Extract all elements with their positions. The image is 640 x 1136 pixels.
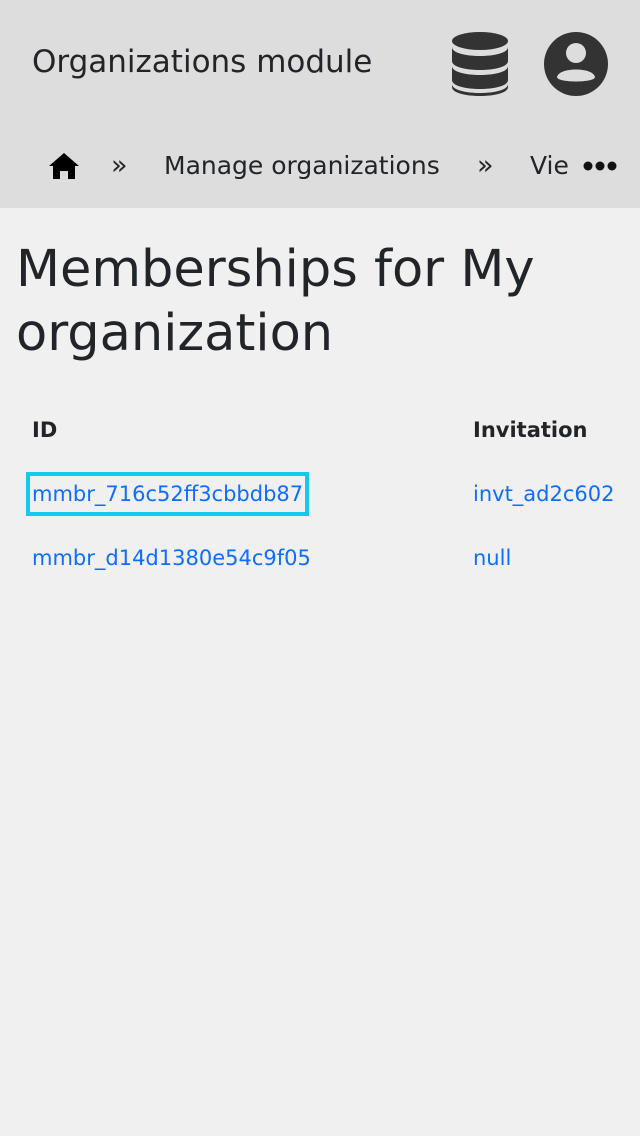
breadcrumb-item-current: Vie (530, 151, 569, 180)
database-button[interactable] (448, 30, 512, 98)
account-button[interactable] (542, 30, 610, 98)
membership-id-link[interactable]: mmbr_716c52ff3cbbdb87 (25, 472, 310, 516)
invitation-link[interactable]: null (473, 542, 511, 574)
app-header: Organizations module » Manage organizati… (0, 0, 640, 208)
invitation-link[interactable]: invt_ad2c602 (473, 478, 615, 510)
breadcrumb-separator: » (111, 150, 128, 181)
page-title: Memberships for My organization (16, 240, 535, 363)
breadcrumb-item-manage-organizations[interactable]: Manage organizations (164, 146, 440, 186)
column-header-invitation: Invitation (473, 418, 588, 442)
column-header-id: ID (32, 418, 58, 442)
breadcrumb-home[interactable] (46, 148, 82, 184)
app-title: Organizations module (32, 44, 373, 80)
breadcrumb: » Manage organizations » Vie (0, 128, 640, 204)
membership-id-link[interactable]: mmbr_d14d1380e54c9f05 (32, 542, 311, 574)
home-icon (49, 153, 79, 179)
user-circle-icon (544, 32, 608, 96)
database-icon (452, 32, 508, 96)
breadcrumb-more-button[interactable] (580, 150, 620, 182)
breadcrumb-separator: » (477, 150, 494, 181)
more-horizontal-icon (583, 161, 617, 171)
